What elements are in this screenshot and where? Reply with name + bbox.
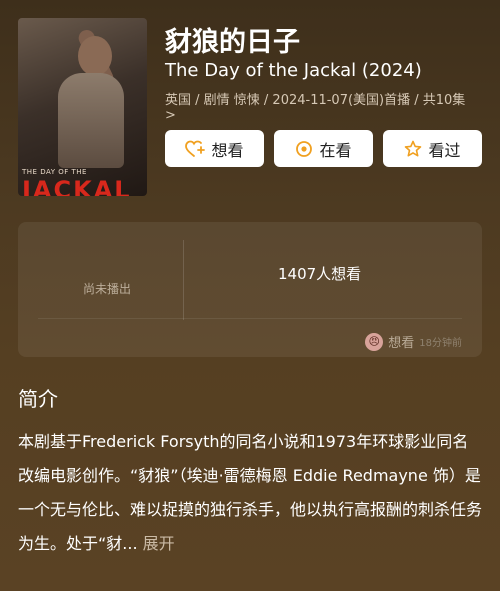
stats-divider-horizontal [38,318,462,319]
avatar[interactable]: 😠 [365,332,384,351]
watched-button[interactable]: 看过 [383,130,482,167]
activity-time: 18分钟前 [419,338,462,349]
recent-activity[interactable]: 😠 想看 18分钟前 [365,332,462,351]
poster-small-title: THE DAY OF THE [22,168,87,176]
title-english: The Day of the Jackal (2024) [165,60,422,81]
want-button-label: 想看 [211,140,244,160]
poster-figure-head [78,36,112,76]
synopsis-heading: 简介 [18,387,58,411]
meta-info[interactable]: 英国 / 剧情 惊悚 / 2024-11-07(美国)首播 / 共10集 [165,93,483,109]
watched-button-label: 看过 [428,140,461,160]
activity-label: 想看 [388,336,415,351]
star-icon [404,140,422,158]
synopsis-text: 本剧基于Frederick Forsyth的同名小说和1973年环球影业同名改编… [18,432,483,553]
stats-divider-vertical [183,240,184,320]
poster[interactable]: THE DAY OF THE JACKAL [18,18,147,196]
heart-plus-icon [185,140,206,158]
want-count[interactable]: 1407人想看 [278,263,361,284]
expand-link[interactable]: 展开 [143,534,175,553]
poster-big-title: JACKAL [22,176,132,196]
title-chinese: 豺狼的日子 [165,27,300,58]
stats-card: 尚未播出 1407人想看 😠 想看 18分钟前 [18,222,482,357]
synopsis-body[interactable]: 本剧基于Frederick Forsyth的同名小说和1973年环球影业同名改编… [18,425,482,561]
want-button[interactable]: 想看 [165,130,264,167]
air-status: 尚未播出 [83,282,132,296]
watching-button[interactable]: 在看 [274,130,373,167]
watching-button-label: 在看 [319,140,352,160]
meta-chevron-icon[interactable]: > [165,108,176,123]
target-icon [295,140,313,158]
poster-figure-body [58,73,124,168]
